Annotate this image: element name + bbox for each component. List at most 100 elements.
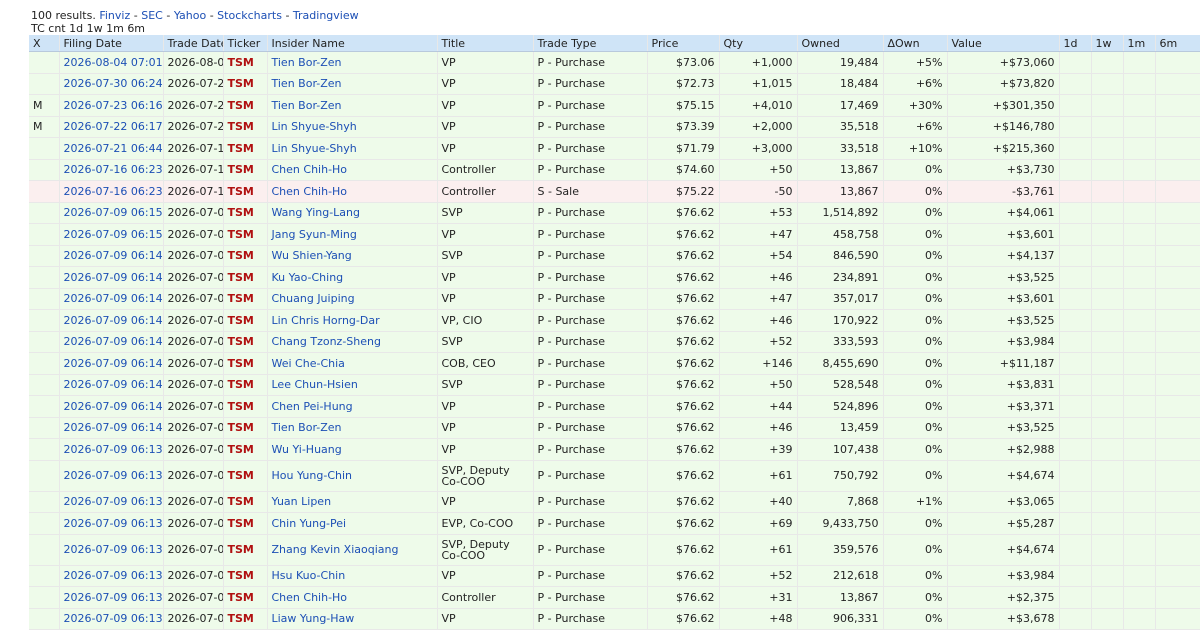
col-header-x[interactable]: X: [29, 35, 60, 52]
filing-date[interactable]: 2026-07-09 06:13:11: [59, 608, 164, 630]
insider-name[interactable]: Yuan Lipen: [267, 491, 438, 513]
filing-date[interactable]: 2026-07-09 06:13:44: [59, 491, 164, 513]
filing-date[interactable]: 2026-07-09 06:14:10: [59, 395, 164, 418]
period-1w[interactable]: 1w: [87, 22, 103, 35]
insider-name[interactable]: Lin Shyue-Shyh: [267, 137, 438, 160]
ticker[interactable]: TSM: [223, 491, 268, 513]
ticker[interactable]: TSM: [223, 116, 268, 138]
col-header-title[interactable]: Title: [437, 35, 534, 52]
link-yahoo[interactable]: Yahoo: [174, 9, 206, 22]
insider-name[interactable]: Tien Bor-Zen: [267, 51, 438, 74]
ticker[interactable]: TSM: [223, 331, 268, 353]
filing-date[interactable]: 2026-07-09 06:14:55: [59, 245, 164, 267]
insider-name[interactable]: Wang Ying-Lang: [267, 202, 438, 224]
filing-date[interactable]: 2026-07-16 06:23:49: [59, 180, 164, 203]
ticker[interactable]: TSM: [223, 223, 268, 246]
insider-name[interactable]: Wu Shien-Yang: [267, 245, 438, 267]
col-header-price[interactable]: Price: [647, 35, 720, 52]
ticker[interactable]: TSM: [223, 51, 268, 74]
insider-name[interactable]: Lin Shyue-Shyh: [267, 116, 438, 138]
insider-name[interactable]: Zhang Kevin Xiaoqiang: [267, 534, 438, 566]
link-stockcharts[interactable]: Stockcharts: [217, 9, 282, 22]
insider-name[interactable]: Wu Yi-Huang: [267, 438, 438, 461]
ticker[interactable]: TSM: [223, 159, 268, 181]
ticker[interactable]: TSM: [223, 417, 268, 439]
col-header-trade-type[interactable]: Trade Type: [533, 35, 648, 52]
filing-date[interactable]: 2026-07-09 06:14:17: [59, 374, 164, 396]
ticker[interactable]: TSM: [223, 352, 268, 375]
filing-date[interactable]: 2026-07-09 06:15:08: [59, 202, 164, 224]
insider-name[interactable]: Jang Syun-Ming: [267, 223, 438, 246]
filing-date[interactable]: 2026-07-09 06:13:31: [59, 534, 164, 566]
ticker[interactable]: TSM: [223, 266, 268, 289]
filing-date[interactable]: 2026-07-09 06:14:36: [59, 309, 164, 332]
col-header-6m[interactable]: 6m: [1155, 35, 1200, 52]
filing-date[interactable]: 2026-07-09 06:13:51: [59, 460, 164, 492]
period-1d[interactable]: 1d: [69, 22, 83, 35]
col-header-value[interactable]: Value: [947, 35, 1060, 52]
filing-date[interactable]: 2026-07-09 06:14:04: [59, 417, 164, 439]
ticker[interactable]: TSM: [223, 94, 268, 117]
ticker[interactable]: TSM: [223, 512, 268, 535]
filing-date[interactable]: 2026-07-09 06:13:38: [59, 512, 164, 535]
ticker[interactable]: TSM: [223, 73, 268, 95]
col-header-trade-date[interactable]: Trade Date: [163, 35, 224, 52]
insider-name[interactable]: Chen Chih-Ho: [267, 180, 438, 203]
filing-date[interactable]: 2026-07-09 06:14:23: [59, 352, 164, 375]
ticker[interactable]: TSM: [223, 202, 268, 224]
insider-name[interactable]: Lee Chun-Hsien: [267, 374, 438, 396]
ticker[interactable]: TSM: [223, 137, 268, 160]
link-tradingview[interactable]: Tradingview: [293, 9, 359, 22]
insider-name[interactable]: Chin Yung-Pei: [267, 512, 438, 535]
col-header-owned[interactable]: Owned: [797, 35, 884, 52]
filing-date[interactable]: 2026-07-23 06:16:09: [59, 94, 164, 117]
filing-date[interactable]: 2026-07-09 06:15:02: [59, 223, 164, 246]
filing-date[interactable]: 2026-07-09 06:14:49: [59, 266, 164, 289]
insider-name[interactable]: Hou Yung-Chin: [267, 460, 438, 492]
link-finviz[interactable]: Finviz: [99, 9, 130, 22]
link-sec[interactable]: SEC: [141, 9, 163, 22]
filing-date[interactable]: 2026-07-09 06:13:57: [59, 438, 164, 461]
period-cnt[interactable]: cnt: [48, 22, 65, 35]
filing-date[interactable]: 2026-07-09 06:14:30: [59, 331, 164, 353]
period-1m[interactable]: 1m: [106, 22, 124, 35]
col-header-filing-date[interactable]: Filing Date: [59, 35, 164, 52]
ticker[interactable]: TSM: [223, 586, 268, 609]
col-header-1d[interactable]: 1d: [1059, 35, 1092, 52]
col-header-ticker[interactable]: Ticker: [223, 35, 268, 52]
insider-name[interactable]: Tien Bor-Zen: [267, 94, 438, 117]
ticker[interactable]: TSM: [223, 460, 268, 492]
period-tc[interactable]: TC: [31, 22, 45, 35]
insider-name[interactable]: Chen Chih-Ho: [267, 159, 438, 181]
filing-date[interactable]: 2026-07-09 06:14:42: [59, 288, 164, 310]
ticker[interactable]: TSM: [223, 180, 268, 203]
col-header-insider-name[interactable]: Insider Name: [267, 35, 438, 52]
filing-date[interactable]: 2026-07-16 06:23:49: [59, 159, 164, 181]
insider-name[interactable]: Tien Bor-Zen: [267, 417, 438, 439]
filing-date[interactable]: 2026-07-09 06:13:24: [59, 565, 164, 587]
insider-name[interactable]: Chen Chih-Ho: [267, 586, 438, 609]
filing-date[interactable]: 2026-07-30 06:24:18: [59, 73, 164, 95]
insider-name[interactable]: Liaw Yung-Haw: [267, 608, 438, 630]
insider-name[interactable]: Chang Tzonz-Sheng: [267, 331, 438, 353]
ticker[interactable]: TSM: [223, 565, 268, 587]
ticker[interactable]: TSM: [223, 309, 268, 332]
col-header-delta-own[interactable]: ΔOwn: [883, 35, 948, 52]
ticker[interactable]: TSM: [223, 608, 268, 630]
insider-name[interactable]: Ku Yao-Ching: [267, 266, 438, 289]
filing-date[interactable]: 2026-07-22 06:17:07: [59, 116, 164, 138]
filing-date[interactable]: 2026-08-04 07:01:20: [59, 51, 164, 74]
insider-name[interactable]: Hsu Kuo-Chin: [267, 565, 438, 587]
ticker[interactable]: TSM: [223, 438, 268, 461]
ticker[interactable]: TSM: [223, 374, 268, 396]
period-6m[interactable]: 6m: [127, 22, 145, 35]
ticker[interactable]: TSM: [223, 245, 268, 267]
insider-name[interactable]: Chen Pei-Hung: [267, 395, 438, 418]
insider-name[interactable]: Wei Che-Chia: [267, 352, 438, 375]
ticker[interactable]: TSM: [223, 534, 268, 566]
ticker[interactable]: TSM: [223, 288, 268, 310]
filing-date[interactable]: 2026-07-21 06:44:32: [59, 137, 164, 160]
insider-name[interactable]: Chuang Juiping: [267, 288, 438, 310]
col-header-1m[interactable]: 1m: [1123, 35, 1156, 52]
col-header-1w[interactable]: 1w: [1091, 35, 1124, 52]
